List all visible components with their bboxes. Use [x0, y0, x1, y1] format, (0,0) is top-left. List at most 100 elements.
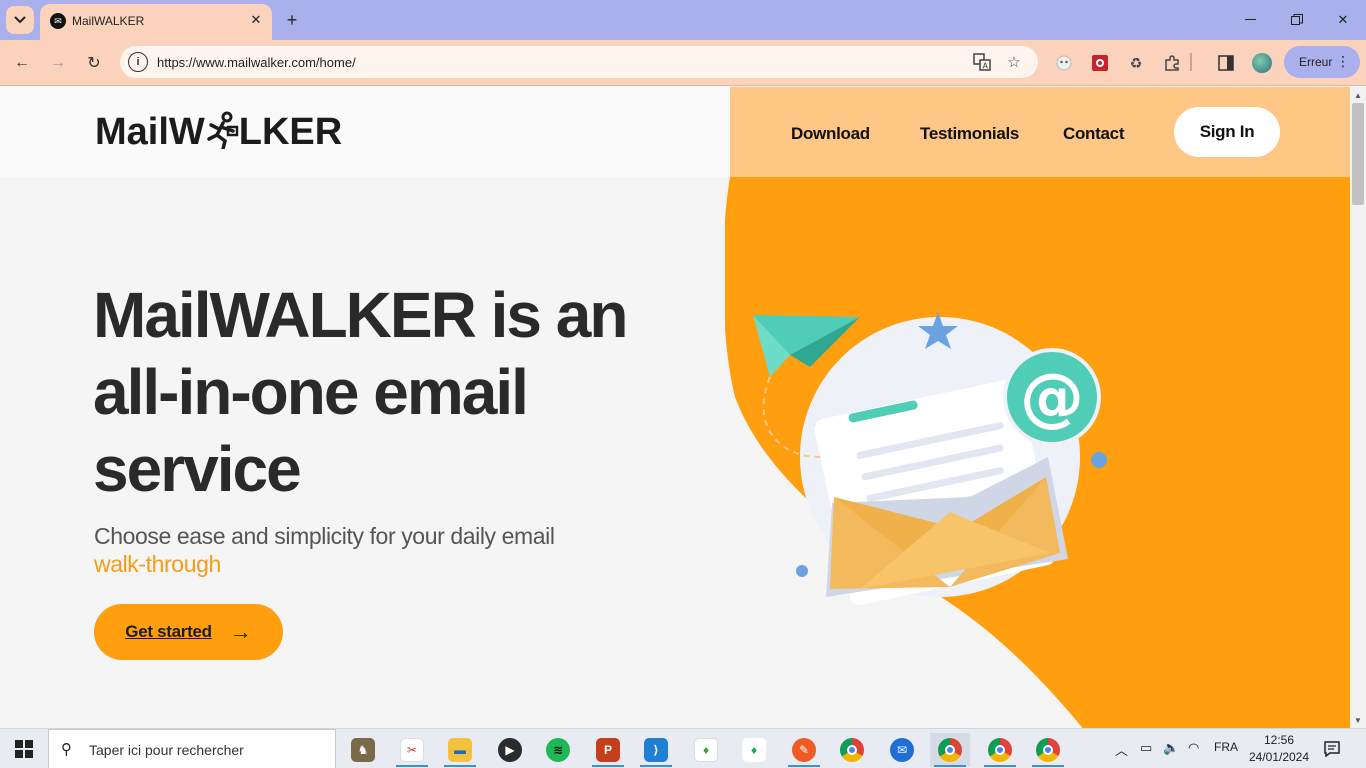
- chrome-icon: [1036, 738, 1060, 762]
- taskbar-app-vscode[interactable]: ⟩: [636, 733, 676, 767]
- hero-subtitle: Choose ease and simplicity for your dail…: [94, 523, 555, 549]
- address-bar[interactable]: i https://www.mailwalker.com/home/ A ☆: [120, 46, 1038, 78]
- taskbar-app-media[interactable]: ▶: [490, 733, 530, 767]
- svg-text:@: @: [1020, 361, 1084, 435]
- chrome-icon: [988, 738, 1012, 762]
- translate-icon[interactable]: A: [972, 52, 992, 72]
- new-tab-button[interactable]: +: [280, 8, 304, 32]
- running-indicator: [1032, 765, 1064, 767]
- taskbar-app-game[interactable]: ♞: [343, 733, 383, 767]
- taskbar-app-spotify[interactable]: ≋: [538, 733, 578, 767]
- running-indicator: [444, 765, 476, 767]
- page-viewport: MailW LKER Download Testimonials Contact …: [0, 87, 1350, 728]
- restore-icon[interactable]: [1274, 6, 1320, 34]
- reload-icon[interactable]: ↻: [80, 49, 108, 77]
- back-arrow-icon[interactable]: ←: [8, 49, 36, 77]
- taskbar-search-placeholder: Taper ici pour rechercher: [89, 742, 244, 758]
- tray-expand-chevron-icon[interactable]: ︿: [1115, 740, 1128, 759]
- profile-error-label: Erreur: [1299, 55, 1333, 69]
- clock-date: 24/01/2024: [1248, 750, 1310, 764]
- hero-accent-text: walk-through: [94, 551, 221, 577]
- tab-close-icon[interactable]: ✕: [246, 10, 266, 30]
- tab-search-button[interactable]: [6, 6, 34, 34]
- logo-text-right: LKER: [238, 111, 343, 153]
- taskbar-app-powerpoint[interactable]: P: [588, 733, 628, 767]
- minimize-icon[interactable]: [1228, 6, 1274, 34]
- page-scrollbar[interactable]: ▲ ▼: [1350, 87, 1366, 728]
- system-clock[interactable]: 12:56 24/01/2024: [1247, 732, 1311, 766]
- taskbar-app-chrome-profile-1[interactable]: [930, 733, 970, 767]
- taskbar-app-thunderbird[interactable]: ✉: [882, 733, 922, 767]
- browser-titlebar: ✉ MailWALKER ✕ + ✕: [0, 0, 1366, 40]
- url-text[interactable]: https://www.mailwalker.com/home/: [157, 55, 356, 70]
- profile-error-button[interactable]: Erreur ⋮: [1284, 46, 1360, 78]
- taskbar-search-input[interactable]: ⚲ Taper ici pour rechercher: [48, 729, 336, 768]
- at-sign-icon: @: [1003, 348, 1101, 446]
- notifications-icon[interactable]: [1322, 739, 1342, 759]
- running-indicator: [934, 765, 966, 767]
- wifi-icon[interactable]: ◠: [1188, 740, 1199, 756]
- hero-title-line: service: [93, 433, 302, 505]
- recycle-icon[interactable]: ♻: [1126, 53, 1146, 73]
- extension-ghost-icon[interactable]: [1054, 53, 1074, 73]
- side-panel-icon[interactable]: [1216, 53, 1236, 73]
- media-player-icon: ▶: [498, 738, 522, 762]
- nav-contact-link[interactable]: Contact: [1063, 124, 1124, 144]
- taskbar-app-mongodb-compass[interactable]: ♦: [734, 733, 774, 767]
- thunderbird-icon: ✉: [890, 738, 914, 762]
- taskbar-app-postman[interactable]: ✎: [784, 733, 824, 767]
- mailwalker-logo[interactable]: MailW LKER: [95, 111, 342, 154]
- mailwalker-favicon-icon: ✉: [50, 13, 66, 29]
- taskbar-app-snipping[interactable]: ✂: [392, 733, 432, 767]
- forward-arrow-icon[interactable]: →: [44, 49, 72, 77]
- taskbar-app-mongodb[interactable]: ♦: [686, 733, 726, 767]
- snipping-tool-icon: ✂: [400, 738, 424, 762]
- scroll-thumb[interactable]: [1352, 103, 1364, 205]
- volume-icon[interactable]: 🔈: [1163, 740, 1179, 756]
- nav-download-link[interactable]: Download: [791, 124, 870, 144]
- chevron-down-icon: [14, 16, 26, 24]
- bookmark-star-icon[interactable]: ☆: [1004, 52, 1024, 72]
- taskbar-app-chrome[interactable]: [832, 733, 872, 767]
- windows-start-icon[interactable]: [0, 729, 48, 768]
- windows-taskbar: ⚲ Taper ici pour rechercher ♞ ✂ ▬ ▶ ≋ P …: [0, 728, 1366, 768]
- running-indicator: [788, 765, 820, 767]
- hero-title-line: all-in-one email: [93, 356, 529, 428]
- profile-avatar[interactable]: [1252, 53, 1272, 73]
- language-indicator[interactable]: FRA: [1214, 740, 1238, 754]
- browser-tab[interactable]: ✉ MailWALKER ✕: [40, 4, 272, 40]
- battery-icon[interactable]: ▭: [1140, 740, 1152, 756]
- vscode-icon: ⟩: [644, 738, 668, 762]
- taskbar-app-chrome-profile-2[interactable]: [980, 733, 1020, 767]
- hero-title-line: MailWALKER is an: [93, 279, 628, 351]
- tab-title: MailWALKER: [72, 14, 145, 28]
- scroll-up-icon[interactable]: ▲: [1350, 87, 1366, 103]
- arrow-right-icon: →: [229, 619, 252, 644]
- sign-in-button[interactable]: Sign In: [1174, 107, 1280, 157]
- scroll-down-icon[interactable]: ▼: [1350, 712, 1366, 728]
- more-menu-icon: ⋮: [1336, 53, 1350, 69]
- close-icon[interactable]: ✕: [1320, 6, 1366, 34]
- decorative-dot: [796, 565, 808, 577]
- spotify-icon: ≋: [546, 738, 570, 762]
- site-info-icon[interactable]: i: [128, 52, 148, 72]
- toolbar-divider: [1190, 53, 1192, 71]
- extension-red-icon[interactable]: [1090, 53, 1110, 73]
- powerpoint-icon: P: [596, 738, 620, 762]
- hero-title: MailWALKER is an all-in-one email servic…: [93, 277, 653, 508]
- chrome-icon: [938, 738, 962, 762]
- taskbar-app-chrome-profile-3[interactable]: [1028, 733, 1068, 767]
- browser-toolbar: ← → ↻ i https://www.mailwalker.com/home/…: [0, 40, 1366, 86]
- search-icon: ⚲: [61, 741, 72, 758]
- get-started-label: Get started: [125, 622, 212, 641]
- folder-icon: ▬: [448, 738, 472, 762]
- nav-testimonials-link[interactable]: Testimonials: [920, 124, 1019, 144]
- postman-icon: ✎: [792, 738, 816, 762]
- running-indicator: [640, 765, 672, 767]
- get-started-button[interactable]: Get started →: [94, 604, 283, 660]
- decorative-dot: [1091, 452, 1107, 468]
- taskbar-app-explorer[interactable]: ▬: [440, 733, 480, 767]
- logo-text-left: MailW: [95, 111, 205, 153]
- running-indicator: [592, 765, 624, 767]
- extensions-puzzle-icon[interactable]: [1162, 53, 1182, 73]
